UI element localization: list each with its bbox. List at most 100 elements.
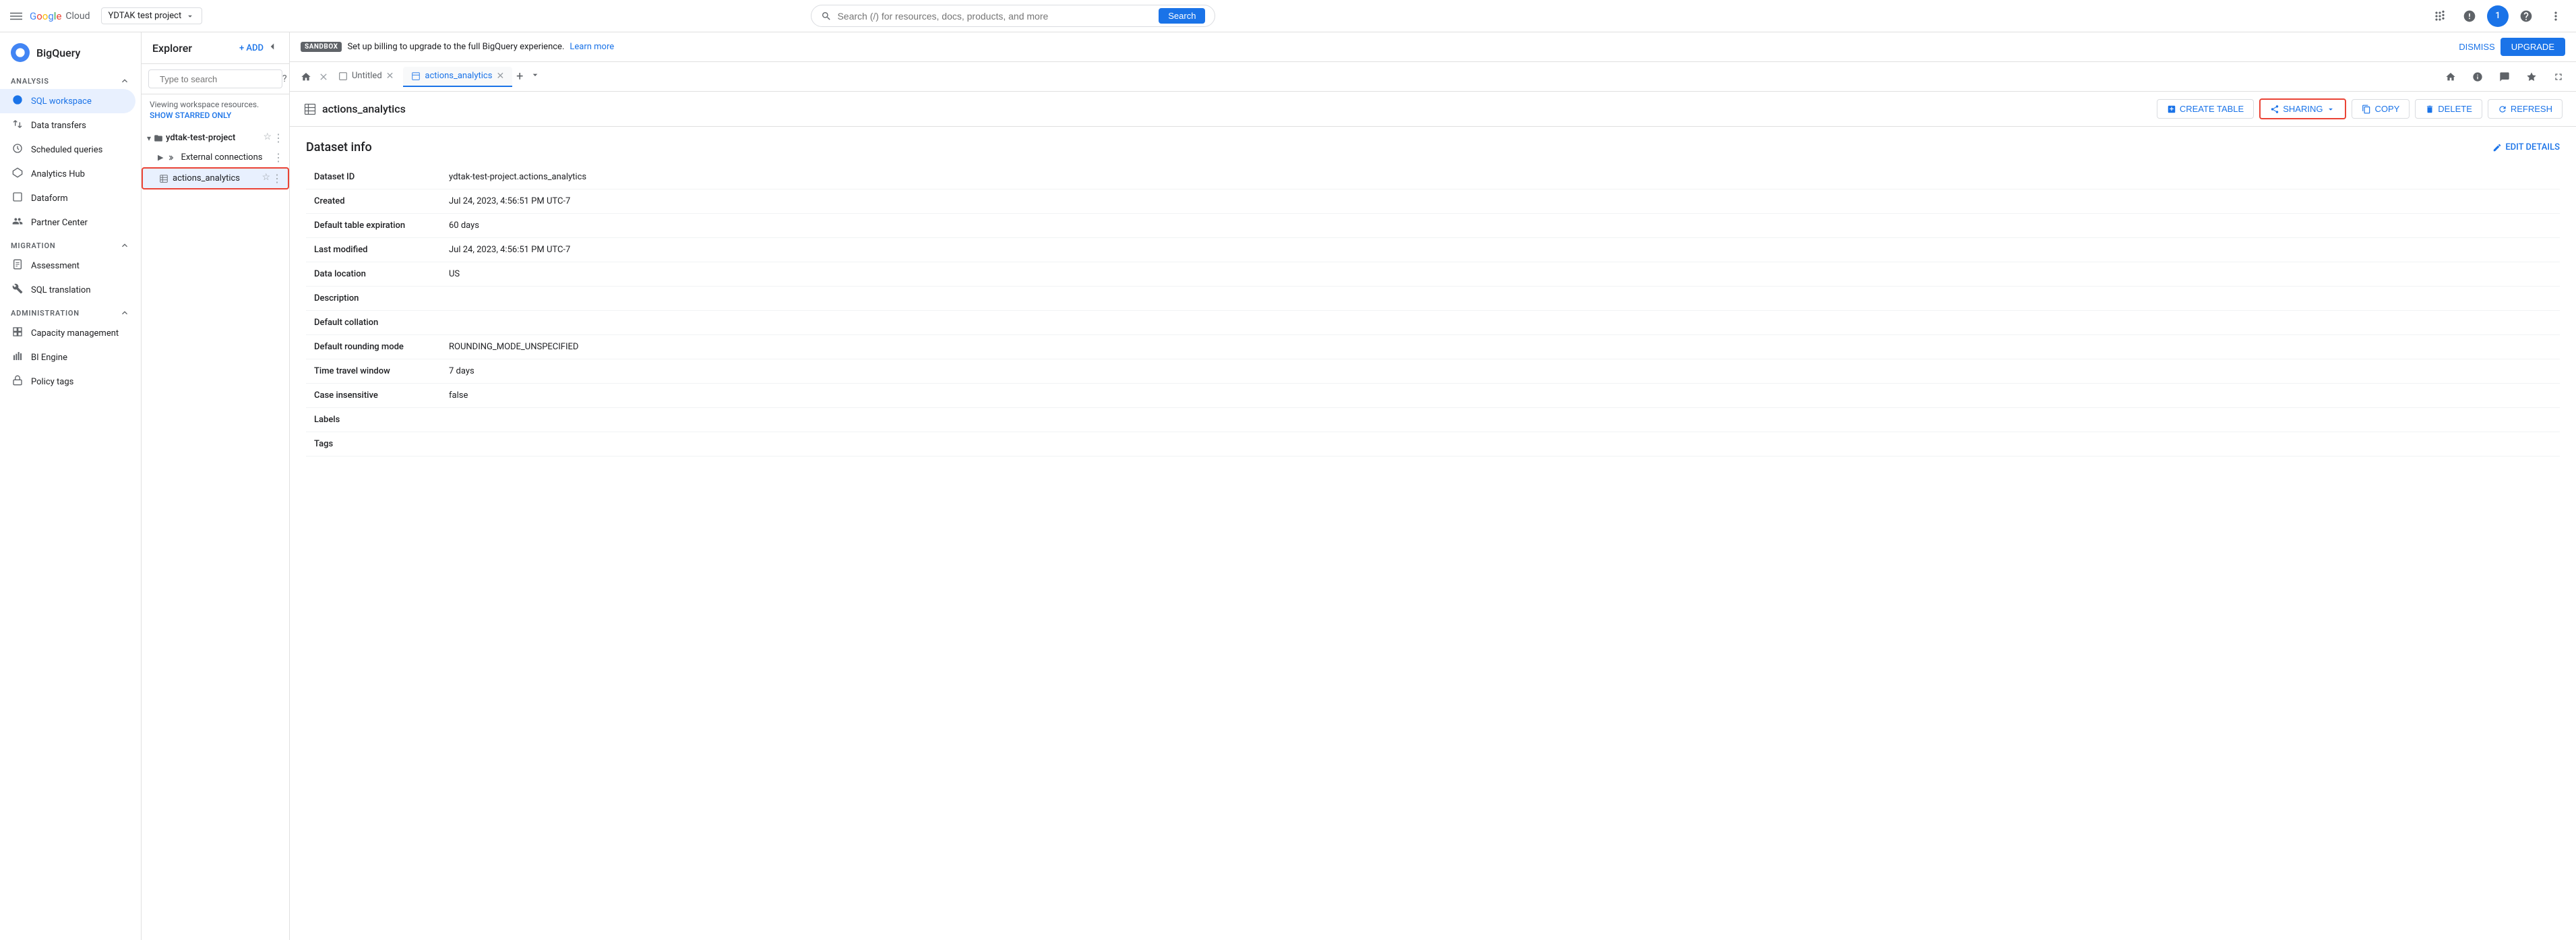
info-field-value bbox=[441, 287, 2560, 311]
administration-collapse-icon[interactable] bbox=[119, 307, 130, 318]
sharing-button[interactable]: SHARING bbox=[2259, 98, 2346, 119]
upgrade-button[interactable]: UPGRADE bbox=[2501, 38, 2565, 56]
project-chevron: ▾ bbox=[147, 134, 151, 143]
collapse-explorer-icon[interactable] bbox=[266, 40, 278, 55]
sidebar-item-bi-engine[interactable]: BI Engine bbox=[0, 345, 135, 370]
project-star[interactable]: ☆ bbox=[263, 131, 272, 144]
info-field-value: US bbox=[441, 262, 2560, 287]
delete-button[interactable]: DELETE bbox=[2415, 99, 2482, 119]
info-field-value: 7 days bbox=[441, 359, 2560, 384]
sidebar-item-policy-tags[interactable]: Policy tags bbox=[0, 370, 135, 394]
actions-close-icon[interactable]: ✕ bbox=[496, 71, 504, 82]
search-input[interactable] bbox=[837, 11, 1153, 22]
sharing-dropdown-icon bbox=[2326, 105, 2335, 114]
info-field-key: Created bbox=[306, 189, 441, 214]
actions-analytics-more[interactable]: ⋮ bbox=[272, 172, 282, 185]
tab-bar: Untitled ✕ actions_analytics ✕ + bbox=[290, 62, 2576, 92]
workspace-text: Viewing workspace resources. bbox=[150, 100, 259, 109]
project-more[interactable]: ⋮ bbox=[273, 131, 284, 144]
dataset-content: actions_analytics CREATE TABLE SHARING bbox=[290, 92, 2576, 940]
info-table-row: Default rounding mode ROUNDING_MODE_UNSP… bbox=[306, 335, 2560, 359]
dataset-toolbar: actions_analytics CREATE TABLE SHARING bbox=[290, 92, 2576, 127]
sidebar-item-label: Analytics Hub bbox=[31, 169, 85, 179]
notifications-icon[interactable] bbox=[2457, 4, 2482, 28]
refresh-button[interactable]: REFRESH bbox=[2488, 99, 2563, 119]
dataset-info-table: Dataset ID ydtak-test-project.actions_an… bbox=[306, 165, 2560, 457]
actions-analytics-star[interactable]: ☆ bbox=[262, 172, 270, 185]
sharing-label: SHARING bbox=[2283, 104, 2323, 114]
collapse-icon[interactable] bbox=[119, 76, 130, 86]
more-icon[interactable] bbox=[2544, 4, 2568, 28]
add-tab-button[interactable]: + bbox=[514, 67, 526, 86]
explorer-search-input[interactable] bbox=[160, 74, 278, 84]
menu-icon[interactable] bbox=[8, 8, 24, 24]
sidebar-item-assessment[interactable]: Assessment bbox=[0, 254, 135, 278]
sidebar-item-label: SQL workspace bbox=[31, 96, 92, 107]
sidebar-header: BigQuery bbox=[0, 38, 141, 70]
show-starred-link[interactable]: SHOW STARRED ONLY bbox=[150, 111, 281, 120]
actions-analytics-label: actions_analytics bbox=[173, 173, 240, 183]
sidebar-item-data-transfers[interactable]: Data transfers bbox=[0, 113, 135, 138]
project-icon bbox=[154, 134, 163, 143]
sidebar: BigQuery Analysis SQL workspace Data tra… bbox=[0, 32, 142, 940]
tab-sparkle-icon[interactable] bbox=[2519, 65, 2544, 89]
untitled-close-icon[interactable]: ✕ bbox=[386, 71, 394, 82]
policy-tags-icon bbox=[11, 375, 24, 388]
tab-actions-analytics[interactable]: actions_analytics ✕ bbox=[403, 67, 512, 87]
sidebar-item-dataform[interactable]: Dataform bbox=[0, 186, 135, 210]
delete-label: DELETE bbox=[2438, 104, 2472, 114]
project-name: ydtak-test-project bbox=[166, 133, 235, 143]
sandbox-learn-more-link[interactable]: Learn more bbox=[570, 42, 614, 52]
apps-icon[interactable] bbox=[2428, 4, 2452, 28]
sidebar-item-partner-center[interactable]: Partner Center bbox=[0, 210, 135, 235]
add-button[interactable]: + ADD bbox=[239, 43, 264, 53]
edit-details-button[interactable]: EDIT DETAILS bbox=[2492, 142, 2560, 152]
create-table-label: CREATE TABLE bbox=[2180, 104, 2244, 114]
info-field-key: Default collation bbox=[306, 311, 441, 335]
capacity-management-icon bbox=[11, 326, 24, 340]
tab-bar-right bbox=[2439, 65, 2571, 89]
tab-untitled[interactable]: Untitled ✕ bbox=[330, 67, 402, 87]
info-field-key: Data location bbox=[306, 262, 441, 287]
tree-item-actions-analytics[interactable]: actions_analytics ☆ ⋮ bbox=[142, 167, 289, 189]
create-table-button[interactable]: CREATE TABLE bbox=[2157, 99, 2254, 119]
sandbox-message: Set up billing to upgrade to the full Bi… bbox=[347, 42, 564, 52]
tree-project[interactable]: ▾ ydtak-test-project ☆ ⋮ bbox=[142, 128, 289, 148]
sidebar-item-sql-translation[interactable]: SQL translation bbox=[0, 278, 135, 302]
project-selector[interactable]: YDTAK test project bbox=[101, 7, 203, 24]
sidebar-section-migration: Migration bbox=[0, 235, 141, 254]
search-button[interactable]: Search bbox=[1159, 8, 1205, 24]
tab-chat-icon[interactable] bbox=[2492, 65, 2517, 89]
help-icon[interactable] bbox=[2514, 4, 2538, 28]
sidebar-item-label: Partner Center bbox=[31, 218, 88, 228]
search-bar: Search bbox=[811, 5, 1215, 27]
sidebar-item-analytics-hub[interactable]: Analytics Hub bbox=[0, 162, 135, 186]
info-table-row: Case insensitive false bbox=[306, 384, 2560, 408]
dismiss-button[interactable]: DISMISS bbox=[2459, 38, 2494, 56]
info-table-row: Data location US bbox=[306, 262, 2560, 287]
copy-button[interactable]: COPY bbox=[2352, 99, 2410, 119]
tab-home-icon[interactable] bbox=[2439, 65, 2463, 89]
sidebar-item-sql-workspace[interactable]: SQL workspace bbox=[0, 89, 135, 113]
search-help-icon[interactable]: ? bbox=[282, 74, 287, 84]
migration-collapse-icon[interactable] bbox=[119, 240, 130, 251]
tab-expand-icon[interactable] bbox=[2546, 65, 2571, 89]
home-close-icon[interactable] bbox=[318, 71, 329, 82]
tree-item-external-connections[interactable]: ▶ External connections ⋮ bbox=[142, 148, 289, 167]
info-field-key: Default table expiration bbox=[306, 214, 441, 238]
sidebar-item-capacity-management[interactable]: Capacity management bbox=[0, 321, 135, 345]
home-tab[interactable] bbox=[295, 69, 317, 85]
info-field-value: ydtak-test-project.actions_analytics bbox=[441, 165, 2560, 189]
sidebar-section-administration: Administration bbox=[0, 302, 141, 321]
top-bar: Google Cloud YDTAK test project Search 1 bbox=[0, 0, 2576, 32]
info-field-key: Time travel window bbox=[306, 359, 441, 384]
avatar[interactable]: 1 bbox=[2487, 5, 2509, 27]
tab-info-icon[interactable] bbox=[2465, 65, 2490, 89]
tab-more-button[interactable] bbox=[527, 67, 543, 86]
sidebar-item-scheduled-queries[interactable]: Scheduled queries bbox=[0, 138, 135, 162]
sql-translation-icon bbox=[11, 283, 24, 297]
bi-engine-icon bbox=[11, 351, 24, 364]
refresh-label: REFRESH bbox=[2511, 104, 2552, 114]
data-transfers-icon bbox=[11, 119, 24, 132]
external-connections-more[interactable]: ⋮ bbox=[273, 151, 284, 164]
